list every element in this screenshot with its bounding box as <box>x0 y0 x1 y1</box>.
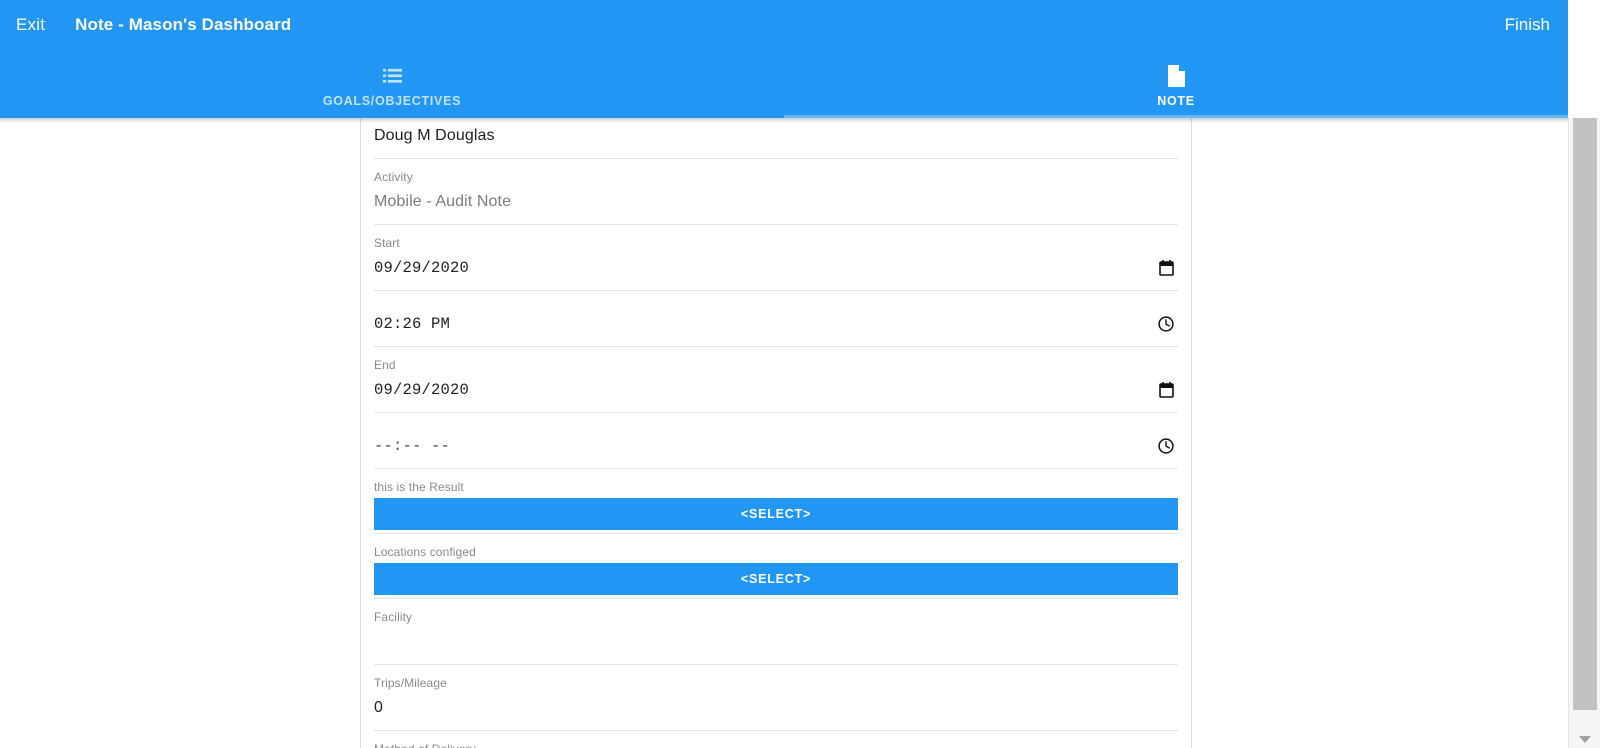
value-facility[interactable] <box>374 624 1178 664</box>
value-start-date[interactable]: 09/29/2020 <box>374 257 469 279</box>
clock-icon[interactable] <box>1156 436 1176 456</box>
scroll-down-icon[interactable] <box>1578 736 1591 743</box>
field-start-time: 02:26 PM <box>374 291 1178 347</box>
value-activity[interactable]: Mobile - Audit Note <box>374 184 1178 224</box>
app-header: Exit Note - Mason's Dashboard Finish GOA… <box>0 0 1568 118</box>
field-client-name: Client Name Doug M Douglas <box>374 118 1178 159</box>
calendar-icon[interactable] <box>1156 258 1176 278</box>
tab-goals-objectives[interactable]: GOALS/OBJECTIVES <box>0 48 784 118</box>
tab-label-note: NOTE <box>1157 93 1195 108</box>
note-form-card: Client Name Doug M Douglas Activity Mobi… <box>360 118 1192 748</box>
tab-label-goals-objectives: GOALS/OBJECTIVES <box>322 93 462 108</box>
clock-icon[interactable] <box>1156 314 1176 334</box>
finish-button[interactable]: Finish <box>1503 14 1552 35</box>
form-scroll-area[interactable]: Client Name Doug M Douglas Activity Mobi… <box>0 118 1568 748</box>
note-editor-screen: Exit Note - Mason's Dashboard Finish GOA… <box>0 0 1600 748</box>
tab-note[interactable]: NOTE <box>784 48 1568 118</box>
label-method-of-delivery: Method of Delivery <box>374 742 1178 748</box>
value-end-date[interactable]: 09/29/2020 <box>374 379 469 401</box>
value-end-time[interactable]: --:-- -- <box>374 435 450 457</box>
calendar-icon[interactable] <box>1156 380 1176 400</box>
field-facility: Facility <box>374 599 1178 665</box>
label-activity: Activity <box>374 170 413 184</box>
field-trips-mileage: Trips/Mileage 0 <box>374 665 1178 731</box>
label-locations: Locations configed <box>374 545 476 559</box>
document-icon <box>1167 63 1185 89</box>
tab-bar: GOALS/OBJECTIVES NOTE <box>0 48 1568 118</box>
value-start-time[interactable]: 02:26 PM <box>374 313 450 335</box>
label-end: End <box>374 358 396 372</box>
list-icon <box>382 63 402 89</box>
header-bar: Exit Note - Mason's Dashboard Finish <box>0 0 1568 48</box>
label-start: Start <box>374 236 400 250</box>
label-trips-mileage: Trips/Mileage <box>374 676 447 690</box>
field-result: this is the Result <SELECT> <box>374 469 1178 534</box>
value-client-name[interactable]: Doug M Douglas <box>374 118 1178 158</box>
result-select-button[interactable]: <SELECT> <box>374 498 1178 530</box>
field-activity: Activity Mobile - Audit Note <box>374 159 1178 225</box>
value-trips-mileage[interactable]: 0 <box>374 690 1178 730</box>
page-scrollbar-thumb[interactable] <box>1573 118 1597 710</box>
field-end-date: End 09/29/2020 <box>374 347 1178 413</box>
active-tab-indicator <box>784 115 1568 118</box>
label-result: this is the Result <box>374 480 464 494</box>
field-end-time: --:-- -- <box>374 413 1178 469</box>
field-locations: Locations configed <SELECT> <box>374 534 1178 599</box>
locations-select-button[interactable]: <SELECT> <box>374 563 1178 595</box>
page-scrollbar[interactable] <box>1568 118 1600 748</box>
field-method-of-delivery: Method of Delivery <box>374 731 1178 748</box>
label-facility: Facility <box>374 610 413 624</box>
exit-button[interactable]: Exit <box>14 12 47 37</box>
field-start-date: Start 09/29/2020 <box>374 225 1178 291</box>
page-title: Note - Mason's Dashboard <box>75 14 292 34</box>
